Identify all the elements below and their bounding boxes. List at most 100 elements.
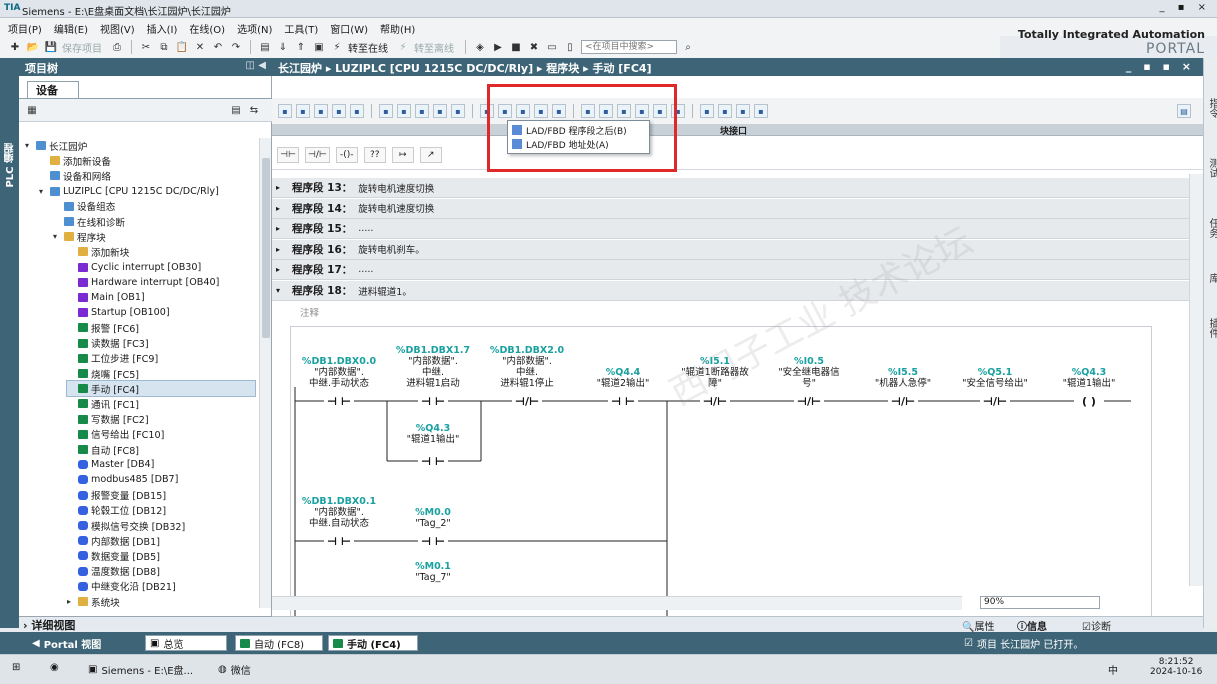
paste-icon[interactable]: 📋 [175,40,189,54]
tree-item[interactable]: 中继变化沿 [DB21] [67,579,255,594]
expand-arrow-icon[interactable]: ▸ [67,597,75,606]
expand-arrow-icon[interactable]: ▾ [25,141,33,150]
menu-item-0[interactable]: 项目(P) [8,21,42,36]
call-hierarchy-icon[interactable]: ▪ [718,104,732,118]
open-project-icon[interactable]: 📂 [26,40,40,54]
tree-item[interactable]: 添加新块 [67,244,255,259]
menu-item-7[interactable]: 窗口(W) [330,21,368,36]
expand-arrow-icon[interactable]: ▾ [39,187,47,196]
split-vertical-icon[interactable]: ▯ [563,40,577,54]
add-row-icon[interactable]: ▪ [332,104,346,118]
menu-item-4[interactable]: 在线(O) [189,21,225,36]
abs-display-icon[interactable]: ▪ [397,104,411,118]
tree-item[interactable]: 信号给出 [FC10] [67,427,255,442]
expand-arrow-icon[interactable]: ▸ [276,245,286,254]
tree-item[interactable]: ▾ 长江园炉 [25,138,255,153]
upload-icon[interactable]: ⇑ [294,40,308,54]
operand-label[interactable]: %DB1.DBX1.7 "内部数据". 中继. 进料辊1启动 [390,345,476,389]
expand-info-icon[interactable]: ▪ [736,104,750,118]
go-online-icon[interactable]: ⚡ [330,40,344,54]
delete-segment-icon[interactable]: ▪ [296,104,310,118]
tree-item[interactable]: 内部数据 [DB1] [67,533,255,548]
windows-start-icon[interactable]: ⊞ [12,662,20,673]
portal-view-button[interactable]: ◀ Portal 视图 [28,635,105,651]
clock[interactable]: 8:21:52 2024-10-16 [1150,657,1202,677]
tree-item[interactable]: 写数据 [FC2] [67,412,255,427]
no-contact[interactable]: ⊣ ⊢ [324,534,354,548]
tree-item[interactable]: 模拟信号交换 [DB32] [67,518,255,533]
favorites-icon[interactable]: ▪ [415,104,429,118]
favorite-instruction-3[interactable]: ?? [363,146,386,163]
output-coil[interactable]: ( ) [1074,394,1104,408]
tree-refresh-icon[interactable]: ⇆ [247,103,261,117]
tab-info[interactable]: ⓘ信息 [1017,618,1047,633]
tree-item[interactable]: modbus485 [DB7] [67,472,255,487]
tree-item[interactable]: 报警 [FC6] [67,320,255,335]
insert-segment-icon[interactable]: ▪ [278,104,292,118]
operand-label[interactable]: %M0.1 "Tag_7" [390,561,476,583]
favorite-instruction-4[interactable]: ↦ [391,146,414,163]
menu-item-5[interactable]: 选项(N) [237,21,272,36]
task-card-instructions[interactable]: 指令 [1205,98,1217,118]
tree-item[interactable]: 添加新设备 [39,153,255,168]
tree-item[interactable]: Master [DB4] [67,457,255,472]
save-project-button[interactable]: 保存项目 [62,40,102,55]
nc-contact[interactable]: ⊣/⊢ [512,394,542,408]
expand-arrow-icon[interactable]: ▸ [276,224,286,233]
expand-arrow-icon[interactable]: ▸ [276,183,286,192]
tree-item[interactable]: 手动 [FC4] [66,380,256,398]
favorite-instruction-5[interactable]: ↗ [419,146,442,163]
operand-label[interactable]: %M0.0 "Tag_2" [388,507,478,529]
nc-contact[interactable]: ⊣/⊢ [980,394,1010,408]
cut-icon[interactable]: ✂ [139,40,153,54]
tree-item[interactable]: ▾ 程序块 [53,229,255,244]
tab-diagnostics[interactable]: ☑诊断 [1082,618,1111,633]
tree-item[interactable]: 在线和诊断 [53,214,255,229]
favorite-instruction-0[interactable]: ⊣⊢ [277,146,299,163]
save-icon[interactable]: 💾 [44,40,58,54]
network-segment[interactable]: ▾ 程序段 18： 进料辊道1。 [272,281,1189,301]
zoom-select[interactable]: 90% [980,596,1100,609]
tree-item[interactable]: ▸ 系统块 [67,594,255,609]
insert-segment-dropdown-icon[interactable]: ▪ [433,104,447,118]
editor-horizontal-scrollbar[interactable] [272,596,962,610]
operand-label[interactable]: %DB1.DBX0.1 "内部数据". 中继.自动状态 [294,496,384,529]
undo-icon[interactable]: ↶ [211,40,225,54]
detail-view-header[interactable]: › 详细视图 [19,616,272,632]
task-card-addins[interactable]: 插件 [1205,318,1217,338]
block-interface-bar[interactable]: 块接口 [272,124,1203,137]
no-contact[interactable]: ⊣ ⊢ [418,534,448,548]
tree-item[interactable]: 设备组态 [53,199,255,214]
menu-item-2[interactable]: 视图(V) [100,21,135,36]
nc-contact[interactable]: ⊣/⊢ [794,394,824,408]
window-controls[interactable]: _ ▪ × [1159,2,1211,13]
segment-comment[interactable]: 注释 [300,305,319,319]
operand-label[interactable]: %Q4.3 "辊道1输出" [1043,367,1135,389]
tree-item[interactable]: 数据变量 [DB5] [67,548,255,563]
tree-item[interactable]: Main [OB1] [67,290,255,305]
taskbar-wechat[interactable]: ◍ 微信 [218,662,251,677]
expand-arrow-icon[interactable]: ▸ [276,204,286,213]
download-icon[interactable]: ⇓ [276,40,290,54]
new-project-icon[interactable]: ✚ [8,40,22,54]
tree-item[interactable]: 报警变量 [DB15] [67,488,255,503]
tree-item[interactable]: 读数据 [FC3] [67,336,255,351]
taskbar-siemens-app[interactable]: ▣ Siemens - E:\E盘... [88,662,193,677]
tree-item[interactable]: Cyclic interrupt [OB30] [67,260,255,275]
cross-reference-icon[interactable]: ✖ [527,40,541,54]
operand-label[interactable]: %I5.5 "机器人急停" [857,367,949,389]
network-segment[interactable]: ▸ 程序段 15：..... [272,219,1189,240]
tree-item[interactable]: 温度数据 [DB8] [67,564,255,579]
redo-icon[interactable]: ↷ [229,40,243,54]
tab-manual-fc4[interactable]: 手动 (FC4) [328,635,418,651]
insert-row-dropdown-icon[interactable]: ▪ [451,104,465,118]
favorite-instruction-2[interactable]: -()- [335,146,358,163]
prev-bookmark-icon[interactable]: ▪ [700,104,714,118]
tab-devices[interactable]: 设备 [27,81,79,98]
expand-arrow-icon[interactable]: ▸ [276,265,286,274]
chrome-icon[interactable]: ◉ [50,662,59,673]
nc-contact[interactable]: ⊣/⊢ [888,394,918,408]
accessible-devices-icon[interactable]: ◈ [473,40,487,54]
operand-label[interactable]: %DB1.DBX2.0 "内部数据". 中继. 进料辊1停止 [484,345,570,389]
copy-icon[interactable]: ⧉ [157,40,171,54]
